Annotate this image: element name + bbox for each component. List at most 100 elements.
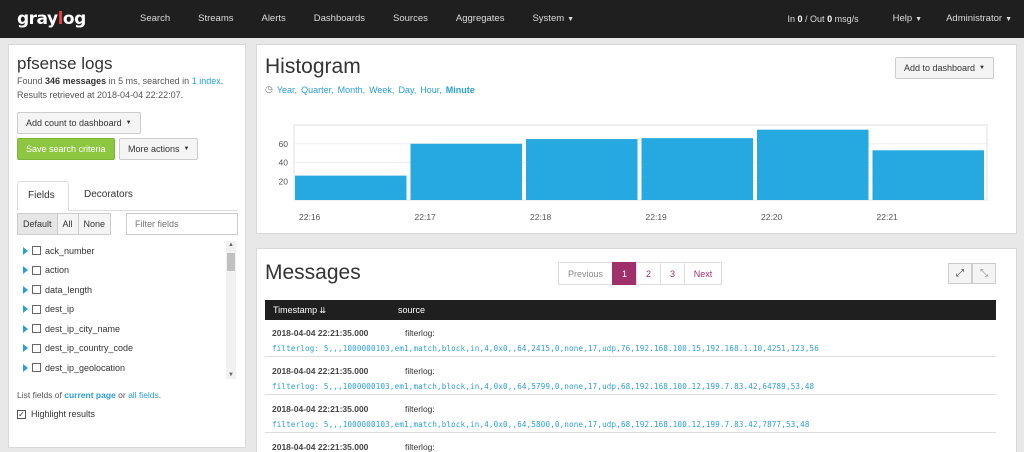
x-tick-label: 22:20 <box>761 212 783 222</box>
y-tick-label: 20 <box>279 176 289 186</box>
shrink-icon[interactable]: ⤡ <box>972 263 996 284</box>
histogram-title: Histogram <box>265 55 361 78</box>
save-search-criteria-button[interactable]: Save search criteria <box>17 138 115 160</box>
field-checkbox[interactable] <box>32 343 41 353</box>
nav-help-dropdown[interactable]: Help ▼ <box>881 0 934 39</box>
pagination: Previous 1 2 3 Next <box>558 262 722 285</box>
table-row[interactable]: 2018-04-04 22:21:35.000 filterlog: filte… <box>265 320 996 357</box>
tab-fields[interactable]: Fields <box>17 181 69 211</box>
histogram-chart: 20 40 60 22:16 22:17 22:18 22:19 22:20 22:21 <box>279 124 988 222</box>
field-checkbox[interactable] <box>32 304 41 314</box>
histogram-bar <box>410 143 522 200</box>
source-column-header[interactable]: source <box>398 305 425 315</box>
expand-triangle-icon[interactable] <box>23 363 28 372</box>
page-1-button[interactable]: 1 <box>612 262 637 285</box>
fields-scrollbar[interactable]: ▲ ▼ <box>226 241 236 379</box>
nav-system-dropdown[interactable]: System ▼ <box>518 0 588 39</box>
sort-icon[interactable]: ⇊ <box>319 306 326 315</box>
row-timestamp: 2018-04-04 22:21:35.000 <box>272 366 369 376</box>
resolution-year[interactable]: Year, <box>277 85 297 95</box>
caret-down-icon: ▼ <box>183 146 190 152</box>
expand-triangle-icon[interactable] <box>23 324 28 333</box>
tab-decorators[interactable]: Decorators <box>74 181 143 211</box>
table-row[interactable]: 2018-04-04 22:21:35.000 filterlog: <box>265 434 996 452</box>
search-sidebar: pfsense logs Found 346 messages in 5 ms,… <box>8 44 246 448</box>
expand-triangle-icon[interactable] <box>23 246 28 255</box>
top-navbar: graylog Search Streams Alerts Dashboards… <box>0 0 1024 38</box>
resolution-week[interactable]: Week, <box>369 85 394 95</box>
resolution-minute[interactable]: Minute <box>446 85 475 95</box>
add-to-dashboard-button[interactable]: Add to dashboard ▼ <box>894 57 994 79</box>
scroll-up-icon[interactable]: ▲ <box>226 241 236 249</box>
nav-user-dropdown[interactable]: Administrator ▼ <box>934 0 1024 39</box>
x-tick-label: 22:19 <box>646 212 668 222</box>
page-2-button[interactable]: 2 <box>636 262 661 285</box>
checkbox-checked-icon[interactable]: ✓ <box>17 409 26 419</box>
nav-aggregates[interactable]: Aggregates <box>442 0 519 39</box>
scroll-thumb[interactable] <box>227 253 235 271</box>
results-retrieved: Results retrieved at 2018-04-04 22:22:07… <box>17 90 184 100</box>
list-fields-note: List fields of current page or all field… <box>17 390 162 400</box>
page-3-button[interactable]: 3 <box>660 262 685 285</box>
resolution-hour[interactable]: Hour, <box>420 85 442 95</box>
resolution-quarter[interactable]: Quarter, <box>301 85 334 95</box>
current-page-link[interactable]: current page <box>64 390 116 400</box>
all-fields-link[interactable]: all fields <box>128 390 159 400</box>
filter-none-button[interactable]: None <box>77 213 112 235</box>
resolution-day[interactable]: Day, <box>398 85 416 95</box>
histogram-bar <box>295 175 407 200</box>
filter-default-button[interactable]: Default <box>17 213 58 235</box>
x-tick-label: 22:18 <box>530 212 552 222</box>
y-tick-label: 60 <box>279 139 289 149</box>
field-checkbox[interactable] <box>32 265 41 275</box>
histogram-bar <box>757 129 869 200</box>
list-item: data_length <box>17 280 239 300</box>
timestamp-column-header[interactable]: Timestamp ⇊ <box>265 305 398 315</box>
x-tick-label: 22:17 <box>415 212 437 222</box>
list-item: action <box>17 261 239 281</box>
x-tick-label: 22:16 <box>299 212 321 222</box>
clock-icon: ◷ <box>265 84 273 94</box>
row-message: filterlog: 5,,,1000000103,em1,match,bloc… <box>272 382 815 391</box>
row-timestamp: 2018-04-04 22:21:35.000 <box>272 404 369 414</box>
expand-triangle-icon[interactable] <box>23 285 28 294</box>
nav-search[interactable]: Search <box>126 0 184 39</box>
expand-icon[interactable]: ⤢ <box>948 263 972 284</box>
nav-alerts[interactable]: Alerts <box>247 0 299 39</box>
next-page-button[interactable]: Next <box>684 262 722 285</box>
expand-triangle-icon[interactable] <box>23 305 28 314</box>
filter-all-button[interactable]: All <box>56 213 79 235</box>
caret-down-icon: ▼ <box>1005 15 1012 23</box>
resolution-month[interactable]: Month, <box>338 85 366 95</box>
caret-down-icon: ▼ <box>915 15 923 23</box>
table-row[interactable]: 2018-04-04 22:21:35.000 filterlog: filte… <box>265 358 996 395</box>
caret-down-icon: ▼ <box>567 15 575 23</box>
previous-page-button[interactable]: Previous <box>558 262 613 285</box>
messages-panel: Messages Previous 1 2 3 Next ⤢ ⤡ Timesta… <box>256 248 1017 452</box>
field-checkbox[interactable] <box>32 246 41 256</box>
throughput-indicator: In 0 / Out 0 msg/s <box>787 14 859 24</box>
highlight-results-toggle[interactable]: ✓ Highlight results <box>17 409 95 419</box>
field-checkbox[interactable] <box>32 285 41 295</box>
nav-streams[interactable]: Streams <box>184 0 247 39</box>
index-link[interactable]: 1 index <box>192 76 221 86</box>
row-source: filterlog: <box>405 404 435 414</box>
field-checkbox[interactable] <box>32 363 41 373</box>
expand-triangle-icon[interactable] <box>23 266 28 275</box>
nav-sources[interactable]: Sources <box>379 0 442 39</box>
more-actions-button[interactable]: More actions ▼ <box>119 138 199 160</box>
histogram-bar <box>526 139 638 200</box>
table-row[interactable]: 2018-04-04 22:21:35.000 filterlog: filte… <box>265 396 996 433</box>
field-checkbox[interactable] <box>32 324 41 334</box>
graylog-logo[interactable]: graylog <box>17 8 89 30</box>
scroll-down-icon[interactable]: ▼ <box>226 371 236 379</box>
row-source: filterlog: <box>405 442 435 452</box>
expand-triangle-icon[interactable] <box>23 344 28 353</box>
list-item: ack_number <box>17 241 239 261</box>
row-message: filterlog: 5,,,1000000103,em1,match,bloc… <box>272 344 819 353</box>
filter-fields-input[interactable] <box>126 213 238 235</box>
y-tick-label: 40 <box>279 158 289 168</box>
field-filter-buttons: Default All None <box>17 213 112 235</box>
nav-dashboards[interactable]: Dashboards <box>300 0 379 39</box>
add-count-to-dashboard-button[interactable]: Add count to dashboard ▼ <box>17 112 141 134</box>
